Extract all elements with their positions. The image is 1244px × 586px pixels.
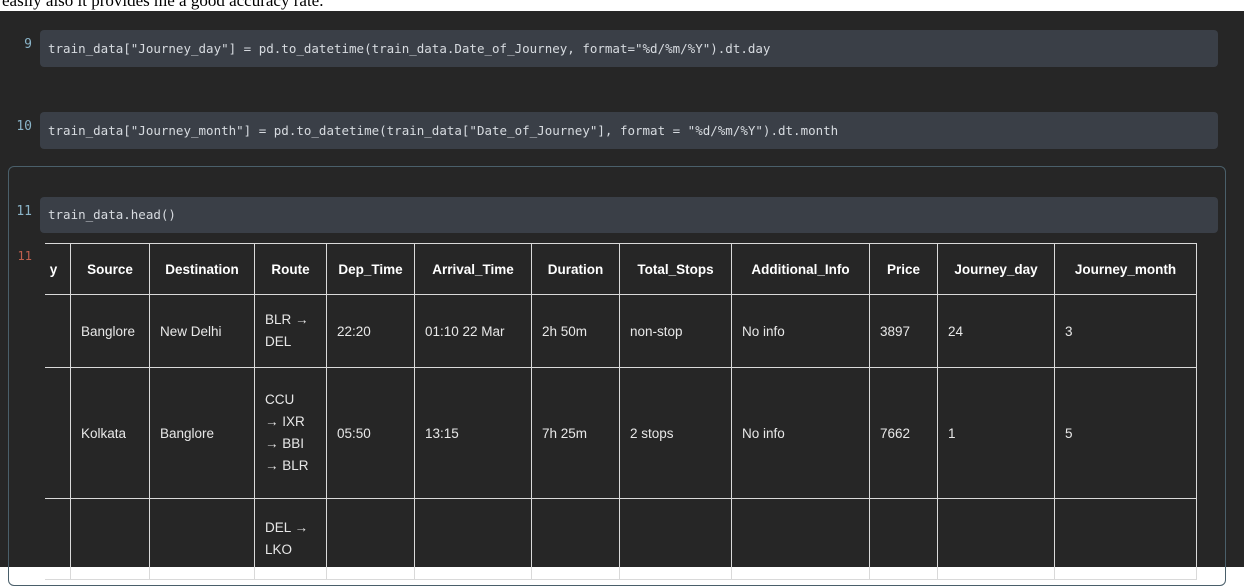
table-cell xyxy=(937,498,1055,580)
table-cell xyxy=(531,498,620,580)
table-cell xyxy=(326,498,415,580)
dataframe-table: y Source Destination Route Dep_Time Arri… xyxy=(45,243,1197,580)
table-cell xyxy=(149,498,255,580)
table-cell: No info xyxy=(731,294,870,368)
column-header: Price xyxy=(869,243,938,295)
execution-count: 11 xyxy=(16,204,32,219)
output-area: y Source Destination Route Dep_Time Arri… xyxy=(45,243,1215,583)
table-header-row: y Source Destination Route Dep_Time Arri… xyxy=(45,243,1197,295)
notebook-area: 9 train_data["Journey_day"] = pd.to_date… xyxy=(0,11,1244,586)
column-header: Route xyxy=(254,243,327,295)
table-cell xyxy=(70,498,150,580)
table-cell: 13:15 xyxy=(414,367,532,499)
table-cell: 2 stops xyxy=(619,367,732,499)
table-cell: CCU → IXR → BBI → BLR xyxy=(254,367,327,499)
column-header: y xyxy=(45,243,71,295)
table-cell xyxy=(414,498,532,580)
table-cell: 7662 xyxy=(869,367,938,499)
table-cell: 01:10 22 Mar xyxy=(414,294,532,368)
table-cell xyxy=(1054,498,1197,580)
table-cell xyxy=(869,498,938,580)
column-header: Journey_month xyxy=(1054,243,1197,295)
output-count: 11 xyxy=(17,249,32,263)
table-cell xyxy=(619,498,732,580)
table-cell: 3897 xyxy=(869,294,938,368)
table-cell xyxy=(45,498,71,580)
table-cell: 22:20 xyxy=(326,294,415,368)
table-cell: Kolkata xyxy=(70,367,150,499)
column-header: Arrival_Time xyxy=(414,243,532,295)
table-row: DEL → LKO xyxy=(45,498,1197,580)
table-cell: 2h 50m xyxy=(531,294,620,368)
table-cell: non-stop xyxy=(619,294,732,368)
table-cell: 7h 25m xyxy=(531,367,620,499)
document-text-line: easily also it provides me a good accura… xyxy=(2,0,324,10)
code-cell-head[interactable]: train_data.head() xyxy=(40,197,1218,233)
table-cell: 1 xyxy=(937,367,1055,499)
table-cell: 05:50 xyxy=(326,367,415,499)
column-header: Dep_Time xyxy=(326,243,415,295)
table-cell: No info xyxy=(731,367,870,499)
column-header: Duration xyxy=(531,243,620,295)
column-header: Source xyxy=(70,243,150,295)
code-cell-journey-month[interactable]: train_data["Journey_month"] = pd.to_date… xyxy=(40,112,1218,149)
table-cell: 5 xyxy=(1054,367,1197,499)
table-cell xyxy=(45,367,71,499)
execution-count: 10 xyxy=(16,119,32,134)
column-header: Journey_day xyxy=(937,243,1055,295)
table-cell: BLR → DEL xyxy=(254,294,327,368)
column-header: Total_Stops xyxy=(619,243,732,295)
table-cell: 24 xyxy=(937,294,1055,368)
table-cell: DEL → LKO xyxy=(254,498,327,580)
table-row: Banglore New Delhi BLR → DEL 22:20 01:10 … xyxy=(45,294,1197,368)
table-cell: Banglore xyxy=(149,367,255,499)
table-cell: New Delhi xyxy=(149,294,255,368)
table-cell: 3 xyxy=(1054,294,1197,368)
column-header: Additional_Info xyxy=(731,243,870,295)
execution-count: 9 xyxy=(24,37,32,52)
table-row: Kolkata Banglore CCU → IXR → BBI → BLR 05:5… xyxy=(45,367,1197,499)
code-cell-journey-day[interactable]: train_data["Journey_day"] = pd.to_dateti… xyxy=(40,30,1218,67)
table-cell xyxy=(731,498,870,580)
table-cell xyxy=(45,294,71,368)
table-cell: Banglore xyxy=(70,294,150,368)
column-header: Destination xyxy=(149,243,255,295)
